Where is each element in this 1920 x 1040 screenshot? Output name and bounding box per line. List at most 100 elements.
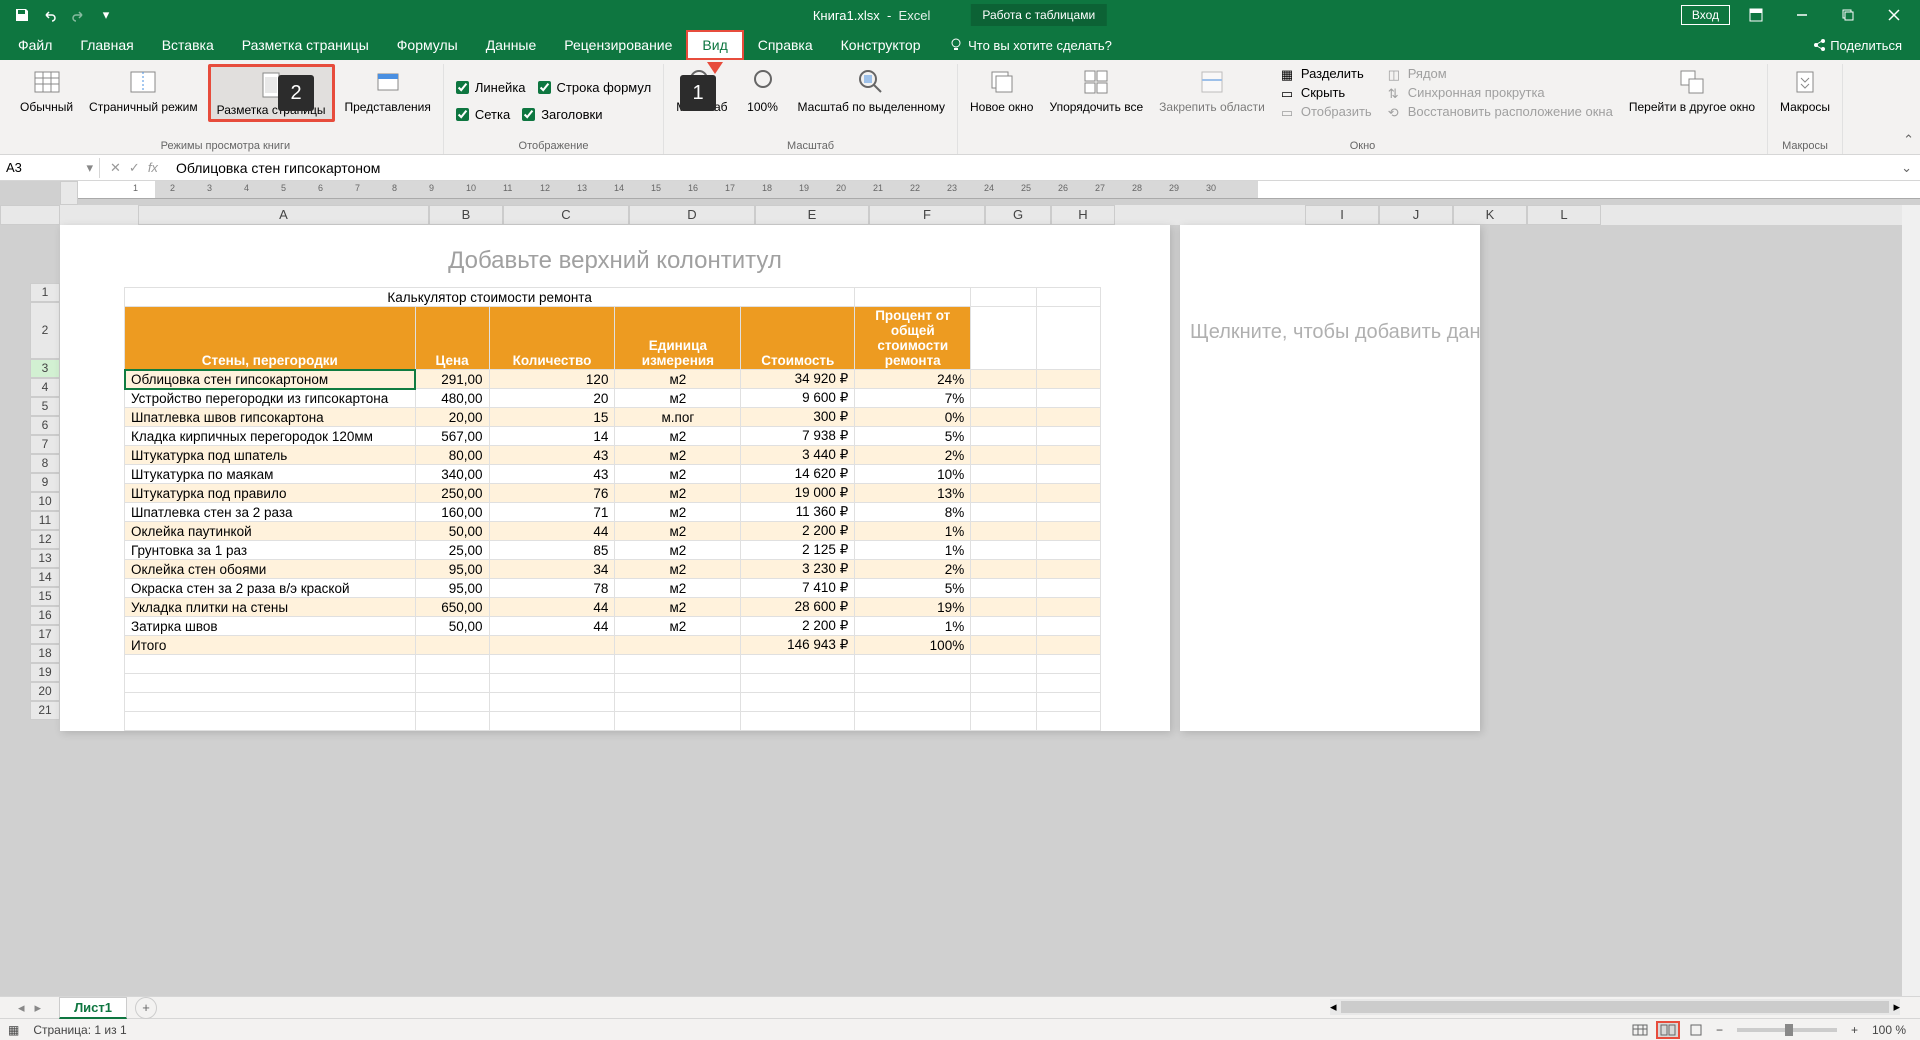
- table-cell[interactable]: 9 600 ₽: [741, 389, 855, 408]
- table-cell[interactable]: 44: [489, 522, 615, 541]
- total-cell[interactable]: [615, 636, 741, 655]
- table-cell[interactable]: м2: [615, 446, 741, 465]
- table-cell[interactable]: 43: [489, 446, 615, 465]
- table-cell[interactable]: 20,00: [415, 408, 489, 427]
- table-cell[interactable]: м2: [615, 598, 741, 617]
- table-cell[interactable]: 2 125 ₽: [741, 541, 855, 560]
- table-cell[interactable]: м2: [615, 427, 741, 446]
- tab-design[interactable]: Конструктор: [827, 30, 935, 60]
- horizontal-ruler[interactable]: 1234567891011121314151617181920212223242…: [78, 181, 1920, 199]
- qat-customize-icon[interactable]: ▾: [96, 5, 116, 25]
- table-cell[interactable]: Оклейка стен обоями: [125, 560, 416, 579]
- tab-formulas[interactable]: Формулы: [383, 30, 472, 60]
- row-header-18[interactable]: 18: [30, 644, 60, 663]
- header-placeholder[interactable]: Добавьте верхний колонтитул: [60, 225, 1170, 287]
- table-cell[interactable]: Грунтовка за 1 раз: [125, 541, 416, 560]
- table-cell[interactable]: 95,00: [415, 579, 489, 598]
- row-header-14[interactable]: 14: [30, 568, 60, 587]
- total-cell[interactable]: Итого: [125, 636, 416, 655]
- redo-icon[interactable]: [68, 5, 88, 25]
- table-cell[interactable]: 24%: [855, 370, 971, 389]
- col-header-K[interactable]: K: [1453, 205, 1527, 225]
- row-header-20[interactable]: 20: [30, 682, 60, 701]
- chk-formula-bar[interactable]: Строка формул: [532, 76, 658, 99]
- table-cell[interactable]: 120: [489, 370, 615, 389]
- table-cell[interactable]: 2 200 ₽: [741, 522, 855, 541]
- col-header-G[interactable]: G: [985, 205, 1051, 225]
- table-cell[interactable]: Штукатурка под шпатель: [125, 446, 416, 465]
- row-header-2[interactable]: 2: [30, 302, 60, 359]
- sheet-tab-1[interactable]: Лист1: [59, 997, 127, 1019]
- select-all-corner[interactable]: [60, 181, 78, 205]
- tab-help[interactable]: Справка: [744, 30, 827, 60]
- col-header-A[interactable]: A: [138, 205, 429, 225]
- table-cell[interactable]: 7 410 ₽: [741, 579, 855, 598]
- add-sheet-button[interactable]: +: [135, 997, 157, 1019]
- btn-page-break[interactable]: Страничный режим: [83, 64, 204, 116]
- tab-data[interactable]: Данные: [472, 30, 551, 60]
- table-cell[interactable]: Штукатурка под правило: [125, 484, 416, 503]
- tab-file[interactable]: Файл: [4, 30, 66, 60]
- chk-headings[interactable]: Заголовки: [516, 103, 608, 126]
- table-cell[interactable]: м2: [615, 617, 741, 636]
- btn-zoom-selection[interactable]: Масштаб по выделенному: [792, 64, 951, 116]
- btn-freeze[interactable]: Закрепить области: [1153, 64, 1271, 116]
- table-cell[interactable]: Устройство перегородки из гипсокартона: [125, 389, 416, 408]
- table-cell[interactable]: 291,00: [415, 370, 489, 389]
- btn-macros[interactable]: Макросы: [1774, 64, 1836, 116]
- table-cell[interactable]: 0%: [855, 408, 971, 427]
- row-header-13[interactable]: 13: [30, 549, 60, 568]
- cancel-formula-icon[interactable]: ✕: [110, 160, 121, 176]
- col-header-F[interactable]: F: [869, 205, 985, 225]
- signin-button[interactable]: Вход: [1681, 5, 1730, 25]
- table-cell[interactable]: 14 620 ₽: [741, 465, 855, 484]
- table-cell[interactable]: 7 938 ₽: [741, 427, 855, 446]
- table-cell[interactable]: 78: [489, 579, 615, 598]
- table-header[interactable]: Цена: [415, 307, 489, 370]
- table-cell[interactable]: 340,00: [415, 465, 489, 484]
- col-header-I[interactable]: I: [1305, 205, 1379, 225]
- enter-formula-icon[interactable]: ✓: [129, 160, 140, 176]
- col-header-L[interactable]: L: [1527, 205, 1601, 225]
- save-icon[interactable]: [12, 5, 32, 25]
- table-cell[interactable]: 43: [489, 465, 615, 484]
- table-cell[interactable]: 19%: [855, 598, 971, 617]
- table-cell[interactable]: Окраска стен за 2 раза в/э краской: [125, 579, 416, 598]
- tab-home[interactable]: Главная: [66, 30, 147, 60]
- table-cell[interactable]: 80,00: [415, 446, 489, 465]
- sheet-nav-next-icon[interactable]: ▸: [35, 1000, 42, 1016]
- btn-split[interactable]: ▦Разделить: [1275, 64, 1378, 83]
- table-cell[interactable]: 44: [489, 598, 615, 617]
- name-box-dropdown-icon[interactable]: ▾: [86, 160, 93, 176]
- page-2-placeholder[interactable]: Щелкните, чтобы добавить данные: [1180, 281, 1480, 384]
- data-table[interactable]: Калькулятор стоимости ремонтаСтены, пере…: [124, 287, 1101, 731]
- tab-insert[interactable]: Вставка: [148, 30, 228, 60]
- formula-input[interactable]: Облицовка стен гипсокартоном: [168, 158, 1893, 178]
- table-cell[interactable]: 13%: [855, 484, 971, 503]
- row-header-4[interactable]: 4: [30, 378, 60, 397]
- row-header-21[interactable]: 21: [30, 701, 60, 720]
- table-cell[interactable]: Шпатлевка стен за 2 раза: [125, 503, 416, 522]
- share-button[interactable]: Поделиться: [1793, 30, 1920, 60]
- table-cell[interactable]: 250,00: [415, 484, 489, 503]
- row-header-15[interactable]: 15: [30, 587, 60, 606]
- table-cell[interactable]: 50,00: [415, 617, 489, 636]
- expand-formula-bar-icon[interactable]: ⌄: [1893, 160, 1920, 176]
- table-cell[interactable]: 7%: [855, 389, 971, 408]
- table-cell[interactable]: 160,00: [415, 503, 489, 522]
- table-cell[interactable]: 480,00: [415, 389, 489, 408]
- table-cell[interactable]: 34: [489, 560, 615, 579]
- btn-arrange-all[interactable]: Упорядочить все: [1043, 64, 1149, 116]
- table-cell[interactable]: м2: [615, 370, 741, 389]
- table-cell[interactable]: 34 920 ₽: [741, 370, 855, 389]
- chk-ruler[interactable]: Линейка: [450, 76, 532, 99]
- table-cell[interactable]: 71: [489, 503, 615, 522]
- table-cell[interactable]: 50,00: [415, 522, 489, 541]
- tab-pagelayout[interactable]: Разметка страницы: [228, 30, 383, 60]
- table-cell[interactable]: м2: [615, 522, 741, 541]
- table-cell[interactable]: 1%: [855, 617, 971, 636]
- table-cell[interactable]: 2%: [855, 446, 971, 465]
- row-header-9[interactable]: 9: [30, 473, 60, 492]
- table-cell[interactable]: 3 440 ₽: [741, 446, 855, 465]
- col-header-C[interactable]: C: [503, 205, 629, 225]
